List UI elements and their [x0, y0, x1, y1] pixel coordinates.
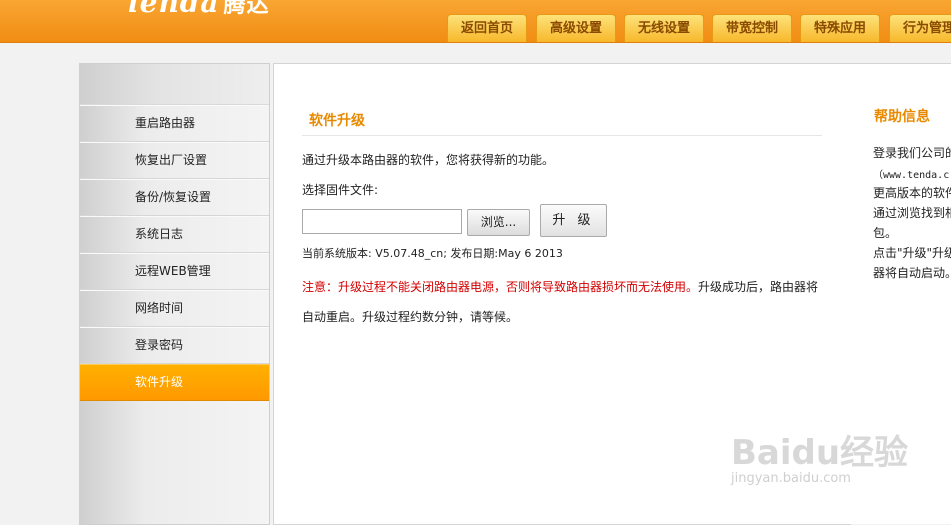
- help-line: 点击"升级"升级: [873, 246, 951, 260]
- watermark-text: Baidu经验: [731, 433, 909, 473]
- top-header: lenda 腾达 返回首页 高级设置 无线设置 带宽控制 特殊应用 行为管理: [0, 0, 951, 43]
- baidu-watermark: Baidu经验 jingyan.baidu.com: [731, 425, 909, 486]
- tab-bandwidth[interactable]: 带宽控制: [712, 14, 792, 42]
- warning-text: 注意：升级过程不能关闭路由器电源，否则将导致路由器损坏而无法使用。: [302, 280, 699, 294]
- sidebar-item-firmware-upgrade[interactable]: 软件升级: [80, 364, 269, 401]
- title-divider: [302, 135, 822, 136]
- help-line: 通过浏览找到相: [873, 206, 951, 220]
- help-line: 更高版本的软件: [873, 186, 951, 200]
- sidebar-header: [80, 64, 269, 105]
- sidebar-item-remote-web[interactable]: 远程WEB管理: [80, 253, 269, 290]
- help-line: 登录我们公司的: [873, 146, 951, 160]
- current-version-text: 当前系统版本: V5.07.48_cn; 发布日期:May 6 2013: [302, 247, 563, 260]
- upgrade-description: 通过升级本路由器的软件，您将获得新的功能。: [302, 153, 555, 167]
- sidebar: 重启路由器 恢复出厂设置 备份/恢复设置 系统日志 远程WEB管理 网络时间 登…: [79, 63, 270, 525]
- sidebar-item-network-time[interactable]: 网络时间: [80, 290, 269, 327]
- sidebar-item-reboot[interactable]: 重启路由器: [80, 105, 269, 142]
- tab-behavior[interactable]: 行为管理: [889, 14, 951, 42]
- tab-special-apps[interactable]: 特殊应用: [800, 14, 880, 42]
- help-line: 器将自动启动。: [873, 266, 951, 280]
- logo-text: lenda: [128, 0, 220, 19]
- header-divider: [0, 42, 951, 43]
- page-title: 软件升级: [309, 113, 365, 129]
- help-title: 帮助信息: [874, 109, 930, 125]
- sidebar-item-backup-restore[interactable]: 备份/恢复设置: [80, 179, 269, 216]
- firmware-file-input[interactable]: [302, 209, 462, 234]
- sidebar-item-system-log[interactable]: 系统日志: [80, 216, 269, 253]
- upgrade-notice: 注意：升级过程不能关闭路由器电源，否则将导致路由器损坏而无法使用。升级成功后，路…: [302, 272, 832, 332]
- tab-home[interactable]: 返回首页: [447, 14, 527, 42]
- logo-cn: 腾达: [223, 0, 270, 18]
- help-line: 包。: [873, 226, 898, 240]
- upgrade-button[interactable]: 升 级: [540, 204, 607, 237]
- help-line: （www.tenda.c: [873, 170, 950, 181]
- tab-advanced[interactable]: 高级设置: [536, 14, 616, 42]
- notice-text-1: 升级成功后，路由器将: [698, 280, 819, 294]
- sidebar-item-login-password[interactable]: 登录密码: [80, 327, 269, 364]
- tenda-logo: lenda 腾达: [128, 0, 270, 19]
- tab-wireless[interactable]: 无线设置: [624, 14, 704, 42]
- browse-button[interactable]: 浏览...: [467, 209, 530, 236]
- file-select-label: 选择固件文件:: [302, 183, 379, 197]
- notice-text-2: 自动重启。升级过程约数分钟，请等候。: [302, 310, 519, 324]
- watermark-url: jingyan.baidu.com: [731, 471, 851, 486]
- sidebar-item-factory-reset[interactable]: 恢复出厂设置: [80, 142, 269, 179]
